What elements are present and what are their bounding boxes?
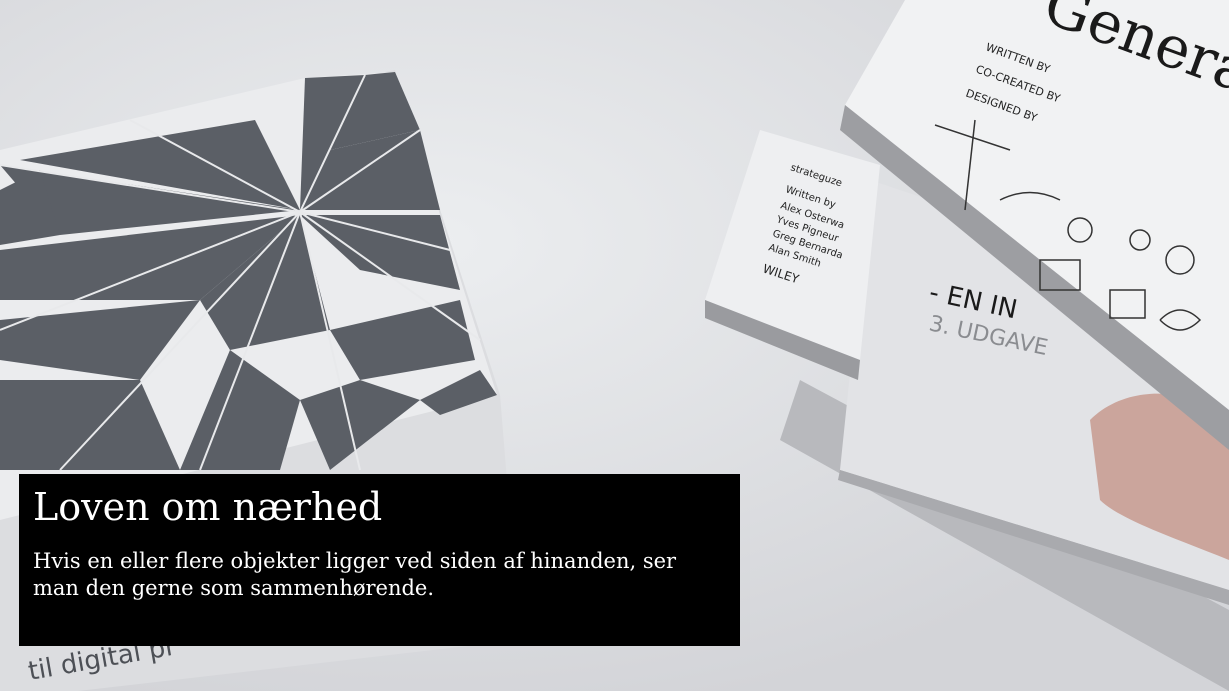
slide-body-text: Hvis en eller flere objekter ligger ved … [33,549,677,600]
slide: til digital pr - EN IN 3. UDGAVE strateg… [0,0,1229,691]
slide-title: Loven om nærhed [33,485,383,529]
caption-box: Loven om nærhed Hvis en eller flere obje… [19,474,740,646]
